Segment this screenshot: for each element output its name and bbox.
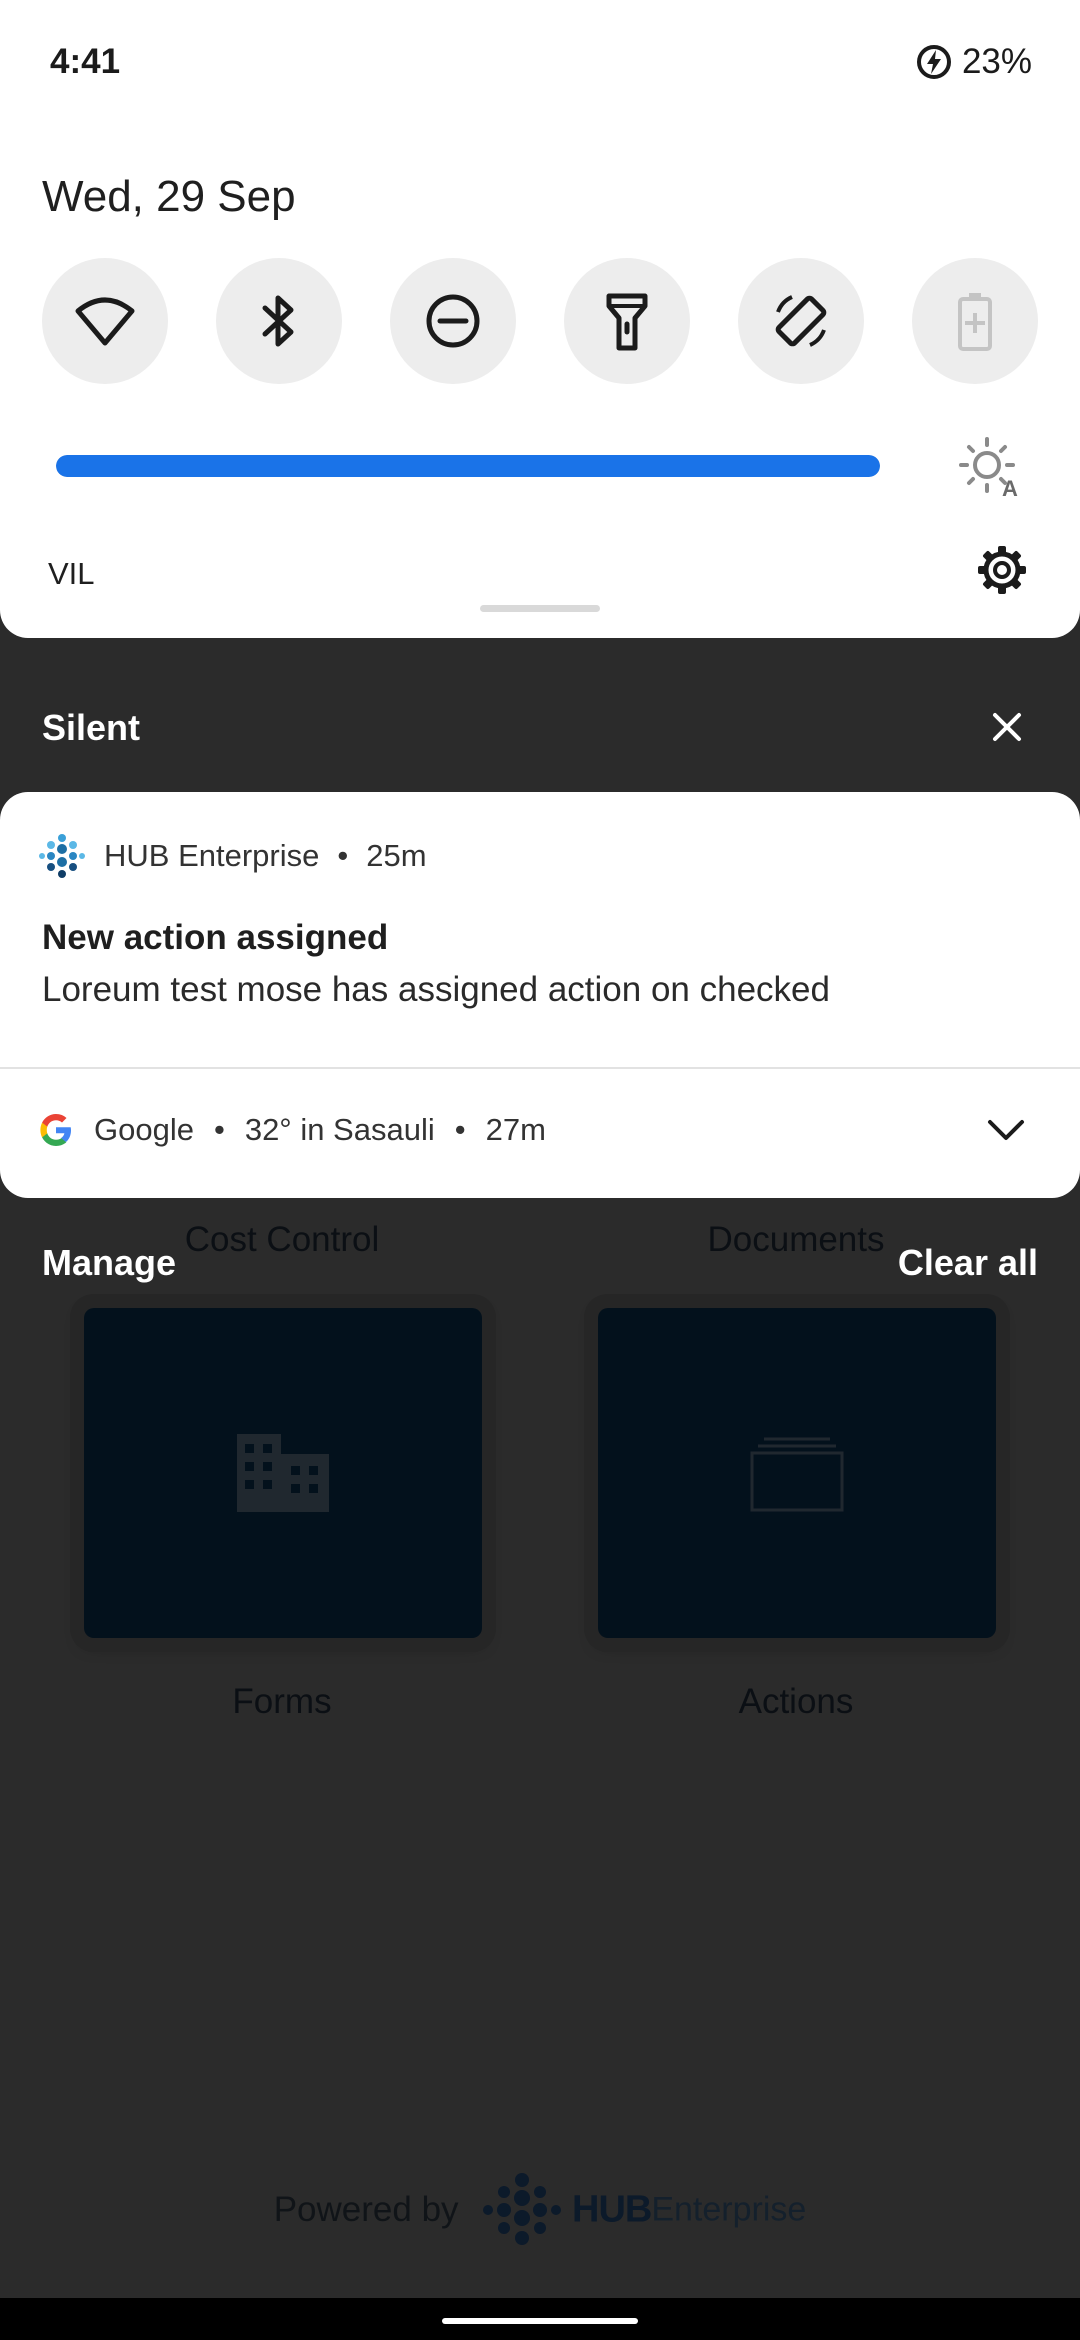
- hub-logo-icon: [483, 2173, 562, 2245]
- google-g-icon: [40, 1114, 71, 1146]
- quick-tiles: [42, 258, 1038, 384]
- home-gesture-pill[interactable]: [442, 2318, 638, 2324]
- brightness-fill: [56, 455, 880, 477]
- notification-title[interactable]: New action assigned: [42, 918, 388, 958]
- tile-auto-rotate[interactable]: [738, 258, 864, 384]
- google-summary: 32° in Sasauli: [244, 1112, 435, 1147]
- qs-date: Wed, 29 Sep: [42, 172, 296, 221]
- notification-text[interactable]: Loreum test mose has assigned action on …: [42, 970, 830, 1010]
- actions-tile: [598, 1308, 996, 1638]
- google-time: 27m: [485, 1112, 546, 1147]
- hub-enterprise-app-icon: [39, 834, 85, 878]
- battery-saver-icon: [958, 293, 992, 351]
- section-title-silent: Silent: [42, 707, 141, 748]
- separator-dot: •: [454, 1112, 466, 1147]
- do-not-disturb-icon: [426, 294, 480, 348]
- wifi-icon: [75, 297, 135, 346]
- powered-by-text: Powered by: [273, 2190, 459, 2229]
- tile-bluetooth[interactable]: [216, 258, 342, 384]
- clear-all-button[interactable]: Clear all: [898, 1242, 1038, 1284]
- separator-dot: •: [213, 1112, 225, 1147]
- bluetooth-icon: [262, 295, 294, 347]
- svg-text:A: A: [1002, 476, 1018, 498]
- tile-wifi[interactable]: [42, 258, 168, 384]
- battery-charging-icon: [916, 45, 951, 79]
- close-icon[interactable]: [990, 710, 1024, 744]
- brand-enterprise: Enterprise: [651, 2190, 807, 2229]
- battery-percent: 23%: [961, 42, 1032, 81]
- carrier-label: VIL: [48, 556, 95, 591]
- separator-dot: •: [337, 838, 349, 873]
- tile-do-not-disturb[interactable]: [390, 258, 516, 384]
- notification-card: HUB Enterprise • 25m New action assigned…: [0, 792, 1080, 1198]
- status-battery: 23%: [914, 42, 1032, 82]
- chevron-down-icon[interactable]: [986, 1116, 1026, 1144]
- building-icon: [237, 1434, 329, 1512]
- settings-gear-icon[interactable]: [976, 544, 1028, 596]
- notification-app-name: HUB Enterprise: [104, 838, 320, 873]
- google-app-name: Google: [94, 1112, 194, 1147]
- manage-button[interactable]: Manage: [42, 1242, 176, 1284]
- tile-battery-saver[interactable]: [912, 258, 1038, 384]
- notification-time: 25m: [366, 838, 427, 873]
- bg-label-actions: Actions: [738, 1682, 854, 1721]
- powered-by: Powered by HUBEnterprise: [0, 2170, 1080, 2250]
- notification-header[interactable]: HUB Enterprise • 25m: [38, 832, 427, 880]
- tile-flashlight[interactable]: [564, 258, 690, 384]
- card-divider: [0, 1067, 1080, 1069]
- forms-tile: [84, 1308, 482, 1638]
- status-time: 4:41: [50, 42, 121, 81]
- quick-settings-panel: 4:41 23% Wed, 29 Sep A VIL: [0, 0, 1080, 638]
- auto-brightness-icon[interactable]: A: [958, 436, 1024, 498]
- auto-rotate-icon: [775, 295, 827, 347]
- brand-hub: HUB: [572, 2188, 652, 2231]
- bg-label-forms: Forms: [232, 1682, 332, 1721]
- folder-stack-icon: [750, 1437, 844, 1512]
- panel-drag-handle[interactable]: [480, 605, 600, 612]
- google-notification[interactable]: Google • 32° in Sasauli • 27m: [38, 1112, 546, 1148]
- brightness-slider[interactable]: [56, 455, 880, 477]
- flashlight-icon: [606, 293, 648, 351]
